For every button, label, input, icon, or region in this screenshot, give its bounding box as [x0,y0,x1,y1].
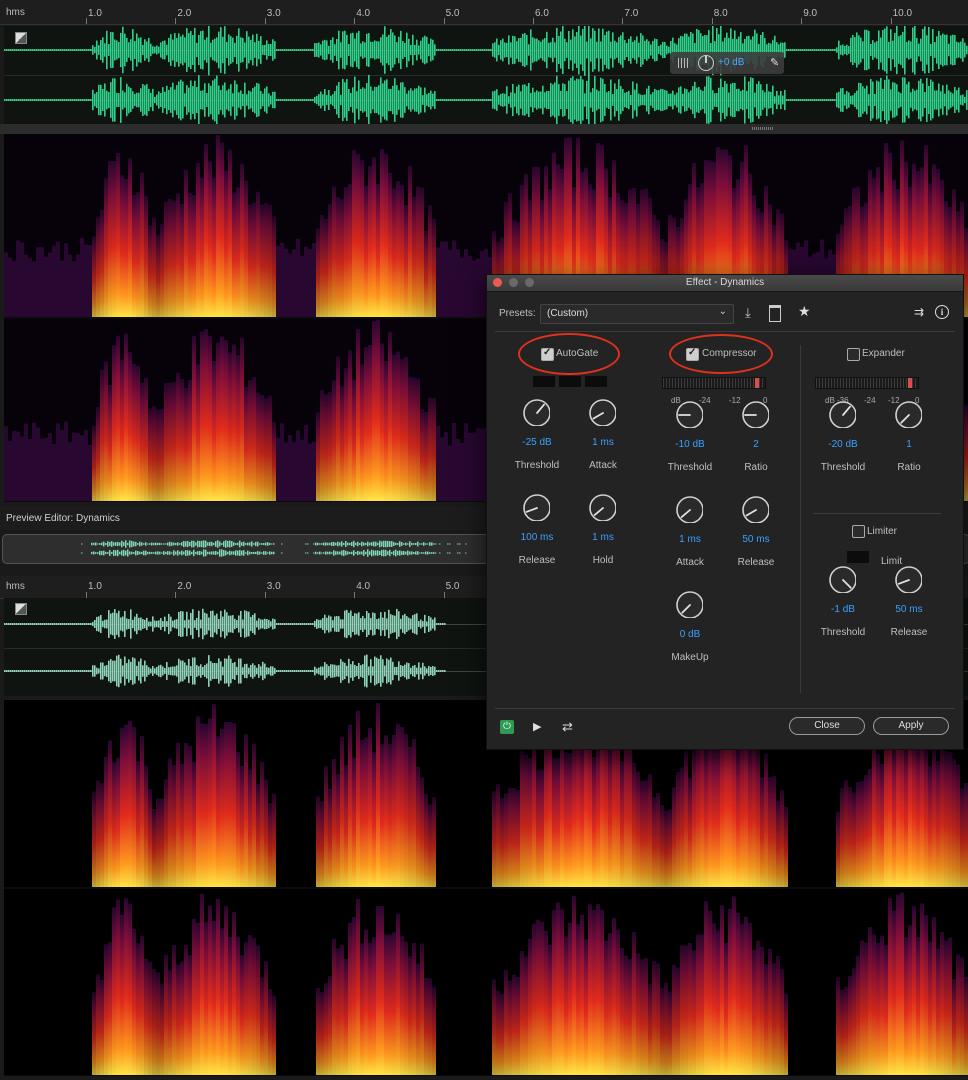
ruler-tick-label: 8.0 [713,8,728,19]
compressor-release-label: Release [737,557,775,568]
ruler-tick-label: 3.0 [266,581,281,592]
ruler-tick-label: 3.0 [266,8,281,19]
limiter-threshold-value[interactable]: -1 dB [831,604,855,615]
limiter-label[interactable]: Limiter [867,526,897,537]
hud-gain-control[interactable]: +0 dB ✎ [670,52,784,74]
autogate-attack-label: Attack [589,460,617,471]
limiter-release-value[interactable]: 50 ms [895,604,922,615]
ruler-tick-label: 2.0 [177,8,192,19]
autogate-attack-knob[interactable] [588,398,616,426]
dynamics-effect-dialog: Effect - Dynamics Presets: (Custom) ⌄ ⤓ … [486,274,964,750]
loop-icon[interactable]: ⇄ [562,719,573,735]
autogate-hold-value[interactable]: 1 ms [592,532,614,543]
ruler-tick-label: 4.0 [356,8,371,19]
ruler-tick-label: 2.0 [177,581,192,592]
compressor-meter [662,377,766,389]
delete-preset-icon[interactable] [769,305,781,322]
autogate-release-knob[interactable] [522,493,550,521]
ruler-tick-label: 4.0 [356,581,371,592]
ruler-tick-label: 5.0 [445,581,460,592]
info-icon[interactable]: i [935,305,949,319]
ruler-tick-label: 1.0 [88,581,102,592]
save-preset-icon[interactable]: ⤓ [745,305,751,321]
compressor-ratio-knob[interactable] [741,400,769,428]
compressor-threshold-value[interactable]: -10 dB [675,439,704,450]
ruler-tick-label: 9.0 [803,8,818,19]
chevron-down-icon: ⌄ [718,306,727,317]
autogate-threshold-knob[interactable] [522,398,550,426]
hud-gain-value: +0 dB [718,57,745,68]
ruler-tick-label: 6.0 [535,8,549,19]
compressor-attack-label: Attack [676,557,704,568]
dialog-titlebar[interactable]: Effect - Dynamics [487,275,963,292]
zoom-corner-icon[interactable] [15,32,27,44]
ruler-tick-label: 5.0 [445,8,460,19]
compressor-threshold-knob[interactable] [675,400,703,428]
zoom-corner-icon[interactable] [15,603,27,615]
stereo-waveform [4,26,968,124]
preview-label: Preview Editor: Dynamics [6,513,120,524]
expander-label[interactable]: Expander [862,348,905,359]
limiter-checkbox[interactable] [852,525,865,538]
ruler-tick-label: 7.0 [624,8,639,19]
autogate-hold-knob[interactable] [588,493,616,521]
expander-checkbox[interactable] [847,348,860,361]
autogate-hold-label: Hold [592,555,614,566]
limiter-threshold-label: Threshold [820,627,866,638]
compressor-release-knob[interactable] [741,495,769,523]
expander-threshold-knob[interactable] [828,400,856,428]
compressor-makeup-knob[interactable] [675,590,703,618]
close-button[interactable]: Close [789,717,865,735]
spectrogram-preview [4,702,968,1076]
presets-value: (Custom) [547,308,589,319]
compressor-release-value[interactable]: 50 ms [742,534,769,545]
limiter-release-knob[interactable] [894,565,922,593]
play-preview-icon[interactable]: ▶ [533,720,541,733]
pin-icon[interactable]: ✎ [770,56,779,69]
autogate-release-label: Release [518,555,556,566]
view-splitter[interactable] [0,124,968,134]
limiter-threshold-knob[interactable] [828,565,856,593]
expander-threshold-label: Threshold [820,462,866,473]
compressor-checkbox[interactable] [686,347,699,361]
expander-threshold-value[interactable]: -20 dB [828,439,857,450]
preview-spectral-view[interactable] [4,700,968,1076]
autogate-release-value[interactable]: 100 ms [521,532,554,543]
limiter-release-label: Release [890,627,928,638]
compressor-attack-knob[interactable] [675,495,703,523]
top-time-ruler[interactable]: hms 1.0 2.0 3.0 4.0 5.0 6.0 7.0 8.0 9.0 10.0 [0,0,968,25]
expander-ratio-knob[interactable] [894,400,922,428]
level-meter-icon [678,58,690,68]
expander-meter [815,377,919,389]
autogate-checkbox[interactable] [541,347,554,361]
compressor-ratio-value[interactable]: 2 [753,439,759,450]
limit-indicator [847,551,869,563]
presets-dropdown[interactable]: (Custom) ⌄ [540,304,734,324]
compressor-label[interactable]: Compressor [702,348,756,359]
routing-icon[interactable]: ⇉ [914,305,924,319]
autogate-threshold-label: Threshold [514,460,560,471]
compressor-threshold-label: Threshold [667,462,713,473]
power-toggle-icon[interactable]: ⏻ [500,720,514,734]
expander-ratio-label: Ratio [897,462,921,473]
autogate-label[interactable]: AutoGate [556,348,598,359]
ruler-tick-label: 10.0 [892,8,913,19]
compressor-ratio-label: Ratio [744,462,768,473]
compressor-makeup-label: MakeUp [671,652,709,663]
autogate-attack-value[interactable]: 1 ms [592,437,614,448]
ruler-tick-label: 1.0 [88,8,102,19]
dialog-title: Effect - Dynamics [685,277,765,288]
top-waveform-view[interactable] [4,26,968,124]
ruler-unit: hms [6,7,25,18]
compressor-attack-value[interactable]: 1 ms [679,534,701,545]
favorite-star-icon[interactable]: ★ [798,303,811,320]
autogate-threshold-value[interactable]: -25 dB [522,437,551,448]
apply-button[interactable]: Apply [873,717,949,735]
ruler-unit: hms [6,581,25,592]
compressor-makeup-value[interactable]: 0 dB [680,629,701,640]
expander-ratio-value[interactable]: 1 [906,439,912,450]
presets-label: Presets: [499,308,536,319]
